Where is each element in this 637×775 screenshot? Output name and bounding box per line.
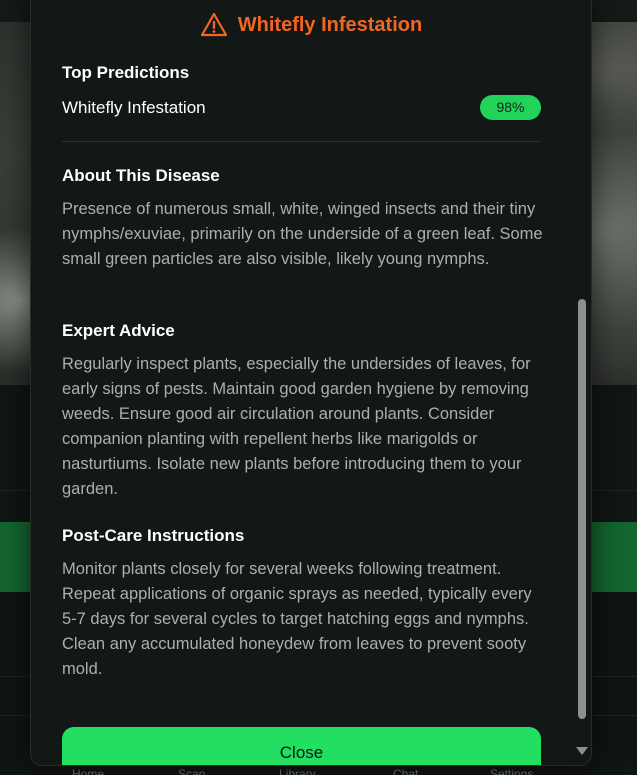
prediction-name: Whitefly Infestation: [62, 98, 206, 117]
nav-item-chat[interactable]: Chat: [393, 767, 418, 775]
about-heading: About This Disease: [62, 166, 220, 185]
modal-title-text: Whitefly Infestation: [237, 13, 423, 36]
diagnosis-modal: Whitefly Infestation Top Predictions Whi…: [30, 0, 592, 766]
advice-heading: Expert Advice: [62, 321, 175, 340]
close-button[interactable]: Close: [62, 727, 541, 765]
advice-text: Regularly inspect plants, especially the…: [62, 355, 531, 498]
nav-item-library[interactable]: Library: [279, 767, 316, 775]
predictions-heading: Top Predictions: [62, 63, 190, 82]
post-care-text: Monitor plants closely for several weeks…: [62, 560, 532, 678]
post-care-heading: Post-Care Instructions: [62, 526, 245, 545]
section-divider: [62, 141, 541, 142]
warning-triangle-icon: [200, 12, 227, 37]
scrollbar[interactable]: [574, 0, 588, 765]
about-text: Presence of numerous small, white, winge…: [62, 200, 543, 268]
prediction-row: Whitefly Infestation 98%: [62, 95, 541, 121]
scrollbar-thumb[interactable]: [578, 299, 586, 719]
nav-item-settings[interactable]: Settings: [490, 767, 533, 775]
modal-title: Whitefly Infestation: [31, 11, 591, 39]
nav-item-home[interactable]: Home: [72, 767, 104, 775]
nav-item-scan[interactable]: Scan: [178, 767, 205, 775]
scroll-down-arrow-icon[interactable]: [576, 747, 588, 755]
confidence-badge: 98%: [480, 95, 541, 120]
